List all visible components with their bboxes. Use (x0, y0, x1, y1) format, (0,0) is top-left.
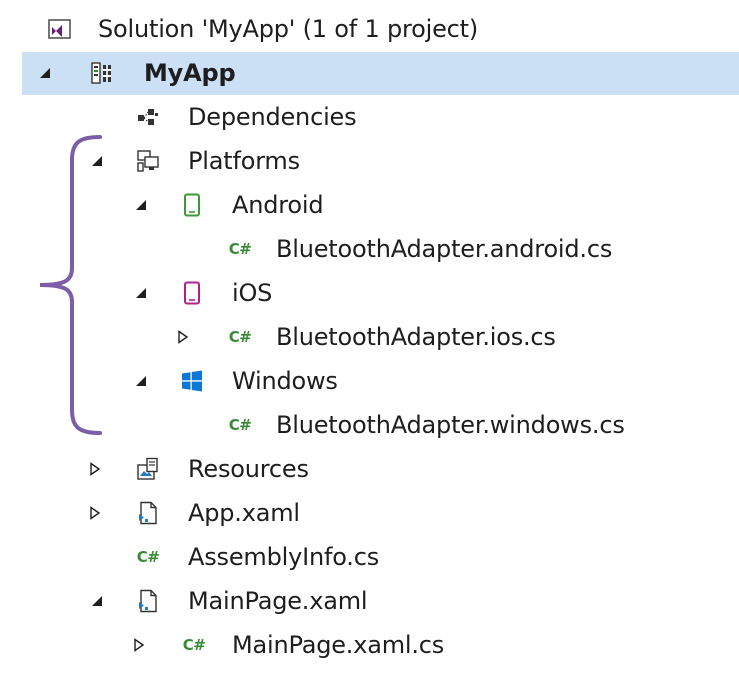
csharp-file-icon: C# (228, 416, 252, 434)
collapsed-arrow-icon[interactable] (86, 460, 104, 478)
csharp-file-icon: C# (228, 328, 252, 346)
project-label: MyApp (144, 59, 236, 87)
csharp-file-icon: C# (228, 240, 252, 258)
tree-row-assemblyinfo[interactable]: C# AssemblyInfo.cs (22, 536, 739, 579)
xaml-file-icon (136, 589, 160, 613)
tree-row-windows[interactable]: Windows (22, 360, 739, 403)
tree-row-mainpage-cs[interactable]: C# MainPage.xaml.cs (22, 624, 739, 667)
expanded-arrow-icon[interactable] (132, 284, 150, 302)
expanded-arrow-icon[interactable] (132, 196, 150, 214)
app-xaml-label: App.xaml (188, 499, 300, 527)
solution-explorer-tree: Solution 'MyApp' (1 of 1 project) MyApp (0, 0, 739, 678)
mainpage-xaml-label: MainPage.xaml (188, 587, 368, 615)
expanded-arrow-icon[interactable] (88, 592, 106, 610)
bluetooth-ios-file-label: BluetoothAdapter.ios.cs (276, 323, 556, 351)
windows-label: Windows (232, 367, 338, 395)
tree-row-dependencies[interactable]: Dependencies (22, 96, 739, 139)
bluetooth-windows-file-label: BluetoothAdapter.windows.cs (276, 411, 625, 439)
csharp-file-icon: C# (136, 548, 160, 566)
expanded-arrow-icon[interactable] (132, 372, 150, 390)
platforms-bracket-annotation (39, 135, 102, 435)
collapsed-arrow-icon[interactable] (130, 636, 148, 654)
tree-row-solution[interactable]: Solution 'MyApp' (1 of 1 project) (22, 8, 739, 51)
tree-row-project-myapp[interactable]: MyApp (22, 52, 739, 95)
solution-label: Solution 'MyApp' (1 of 1 project) (98, 15, 479, 43)
collapsed-arrow-icon[interactable] (86, 504, 104, 522)
windows-logo-icon (180, 369, 204, 393)
project-icon (90, 61, 114, 85)
ios-device-icon (180, 281, 204, 305)
tree-row-bluetooth-android-file[interactable]: C# BluetoothAdapter.android.cs (22, 228, 739, 271)
resources-label: Resources (188, 455, 309, 483)
tree-row-app-xaml[interactable]: App.xaml (22, 492, 739, 535)
bluetooth-android-file-label: BluetoothAdapter.android.cs (276, 235, 613, 263)
tree-row-bluetooth-ios-file[interactable]: C# BluetoothAdapter.ios.cs (22, 316, 739, 359)
expanded-arrow-icon[interactable] (36, 64, 54, 82)
tree-row-mainpage-xaml[interactable]: MainPage.xaml (22, 580, 739, 623)
android-label: Android (232, 191, 324, 219)
dependencies-icon (136, 105, 160, 129)
resources-folder-icon (136, 457, 160, 481)
csharp-file-icon: C# (182, 636, 206, 654)
dependencies-label: Dependencies (188, 103, 357, 131)
android-device-icon (180, 193, 204, 217)
tree-row-platforms[interactable]: Platforms (22, 140, 739, 183)
xaml-file-icon (136, 501, 160, 525)
tree-row-android[interactable]: Android (22, 184, 739, 227)
assemblyinfo-label: AssemblyInfo.cs (188, 543, 380, 571)
platforms-icon (136, 149, 160, 173)
tree-row-resources[interactable]: Resources (22, 448, 739, 491)
platforms-label: Platforms (188, 147, 300, 175)
ios-label: iOS (232, 279, 273, 307)
collapsed-arrow-icon[interactable] (174, 328, 192, 346)
tree-row-bluetooth-windows-file[interactable]: C# BluetoothAdapter.windows.cs (22, 404, 739, 447)
mainpage-cs-label: MainPage.xaml.cs (232, 631, 445, 659)
visual-studio-solution-icon (48, 17, 72, 41)
tree-row-ios[interactable]: iOS (22, 272, 739, 315)
